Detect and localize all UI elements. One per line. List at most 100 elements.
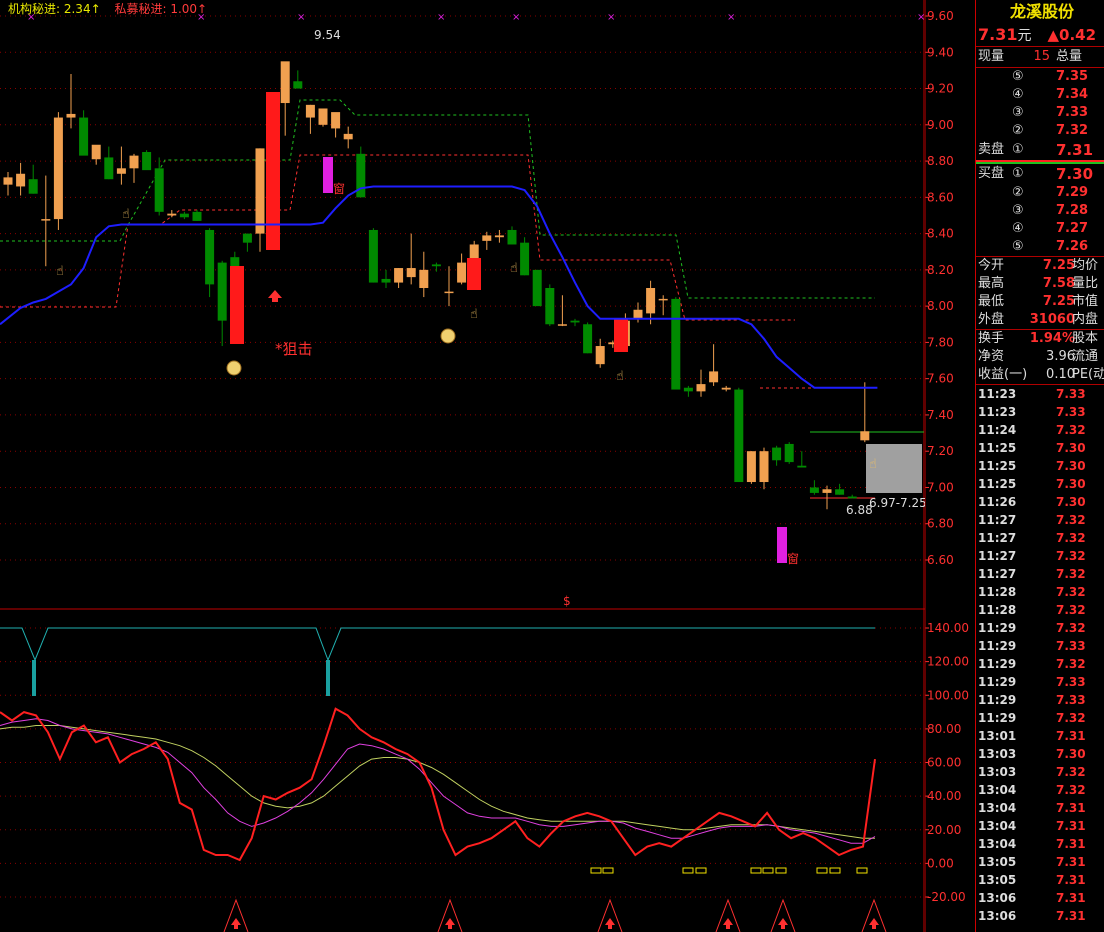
candle-body — [28, 179, 38, 194]
candle-body — [646, 288, 656, 314]
candle-body — [557, 324, 567, 326]
price-unit: 元 — [1017, 28, 1032, 44]
quote-level[interactable]: ③ 7.28 — [976, 202, 1104, 220]
stat-value: 3.96 — [1046, 349, 1075, 364]
quote-level[interactable]: 卖盘 ① 7.31 — [976, 140, 1104, 160]
annotations: ☝☝☝☝☝☝× × × × × × × × — [27, 12, 925, 472]
level-price: 7.33 — [1056, 105, 1089, 120]
level-number: ③ — [1012, 105, 1024, 120]
tick-row: 13:04 7.32 — [976, 781, 1104, 799]
inst-legend: 机构秘进: 2.34↑ — [8, 2, 101, 16]
quote-level[interactable]: ⑤ 7.35 — [976, 68, 1104, 86]
ask-book: ⑤ 7.35 ④ 7.34 ③ 7.33 ② 7.32 卖盘 ① 7.31 — [976, 68, 1104, 164]
quote-level[interactable]: ② 7.29 — [976, 184, 1104, 202]
quote-panel: 龙溪股份 7.31元 ▲0.42 现量 15 总量 ⑤ 7.35 ④ 7.34 ③ 7.33 ② 7… — [975, 0, 1104, 932]
stats-block-1: 今开 7.25 均价 最高 7.58 量比 最低 7.25 市值 外盘 31060 内盘 — [976, 257, 1104, 329]
price-tick-label: 7.20 — [927, 444, 954, 458]
candle-body — [759, 451, 769, 483]
stat-value: 7.58 — [1042, 276, 1075, 291]
quote-level[interactable]: ② 7.32 — [976, 122, 1104, 140]
hand-icon: ☝ — [616, 369, 624, 384]
marker-box — [682, 867, 694, 874]
tick-row: 11:23 7.33 — [976, 403, 1104, 421]
stat-key2: 流通 — [1072, 349, 1099, 364]
tick-row: 13:04 7.31 — [976, 799, 1104, 817]
tick-price: 7.30 — [1056, 747, 1086, 761]
candle-body — [419, 269, 429, 288]
tick-time: 11:23 — [978, 405, 1017, 419]
hand-icon: ☝ — [470, 307, 478, 322]
total-label: 总量 — [1056, 49, 1083, 64]
candle-body — [154, 168, 164, 212]
candle-body — [16, 173, 26, 187]
tick-time: 13:06 — [978, 891, 1017, 905]
candle-body — [734, 389, 744, 483]
price-tick-label: 8.20 — [927, 263, 954, 277]
tick-list[interactable]: 11:23 7.33 11:23 7.33 11:24 7.32 11:25 7.30 11:2… — [976, 385, 1104, 925]
price-tick-label: 8.60 — [927, 190, 954, 204]
price-tick-label: 8.80 — [927, 154, 954, 168]
tick-price: 7.32 — [1056, 765, 1086, 779]
stat-key2: 量比 — [1072, 276, 1099, 291]
side-label: 卖盘 — [978, 142, 1005, 157]
tick-time: 11:25 — [978, 441, 1017, 455]
osc-tick-label: 100.00 — [927, 688, 969, 702]
chart-grid — [0, 0, 925, 932]
candle-body — [343, 133, 353, 140]
stat-value: 7.25 — [1042, 258, 1075, 273]
tick-row: 11:29 7.33 — [976, 637, 1104, 655]
guide-line — [0, 99, 875, 299]
price-tick-label: 9.20 — [927, 82, 954, 96]
osc-tick-label: 80.00 — [927, 722, 961, 736]
up-arrow-icon — [445, 918, 455, 929]
candle-body — [381, 278, 391, 283]
candle-body — [709, 371, 719, 383]
quote-level[interactable]: ③ 7.33 — [976, 104, 1104, 122]
level-price: 7.32 — [1056, 123, 1089, 138]
price-tick-label: 6.60 — [927, 553, 954, 567]
tick-time: 13:04 — [978, 783, 1017, 797]
bid-book: 买盘 ① 7.30 ② 7.29 ③ 7.28 ④ 7.27 ⑤ 7.26 — [976, 164, 1104, 256]
candle-body — [331, 112, 341, 129]
candle-body — [406, 268, 416, 278]
tick-time: 13:01 — [978, 729, 1017, 743]
tick-row: 11:25 7.30 — [976, 439, 1104, 457]
candle-body — [255, 148, 265, 234]
signal-bar — [614, 319, 628, 352]
candle-body — [595, 346, 605, 365]
stat-key2: 均价 — [1072, 258, 1099, 273]
marker-box — [775, 867, 787, 874]
candle-body — [772, 447, 782, 461]
quote-level[interactable]: ⑤ 7.26 — [976, 238, 1104, 256]
candle-body — [721, 387, 731, 390]
candle-body — [368, 229, 378, 283]
moneybag-icon — [440, 328, 456, 344]
indicator-legend: 机构秘进: 2.34↑ 私募秘进: 1.00↑ — [8, 0, 207, 17]
level-price: 7.27 — [1056, 221, 1089, 236]
quote-level[interactable]: ④ 7.27 — [976, 220, 1104, 238]
stat-row: 今开 7.25 均价 — [976, 257, 1104, 275]
candle-body — [683, 387, 693, 392]
tick-row: 13:01 7.31 — [976, 727, 1104, 745]
tick-time: 11:26 — [978, 495, 1017, 509]
tick-row: 11:27 7.32 — [976, 529, 1104, 547]
tick-price: 7.30 — [1056, 495, 1086, 509]
candle-body — [822, 489, 832, 493]
tick-time: 13:04 — [978, 837, 1017, 851]
candle-body — [457, 262, 467, 283]
candle-body — [570, 320, 580, 323]
tick-price: 7.31 — [1056, 891, 1086, 905]
up-arrow-icon — [869, 918, 879, 929]
tick-time: 11:29 — [978, 711, 1017, 725]
tick-row: 11:29 7.32 — [976, 655, 1104, 673]
high-label: 9.54 — [314, 28, 341, 42]
stat-key: 最低 — [978, 294, 1005, 309]
tick-row: 11:27 7.32 — [976, 547, 1104, 565]
candle-body — [104, 157, 114, 180]
quote-level[interactable]: ④ 7.34 — [976, 86, 1104, 104]
kline-chart[interactable]: ☝☝☝☝☝☝× × × × × × × × 9.54 6.88 6.97-7.25 *狙击 窗… — [0, 0, 925, 932]
tick-row: 13:05 7.31 — [976, 871, 1104, 889]
quote-level[interactable]: 买盘 ① 7.30 — [976, 164, 1104, 184]
stat-key: 收益(一) — [978, 367, 1028, 382]
signal-bar — [266, 92, 280, 250]
